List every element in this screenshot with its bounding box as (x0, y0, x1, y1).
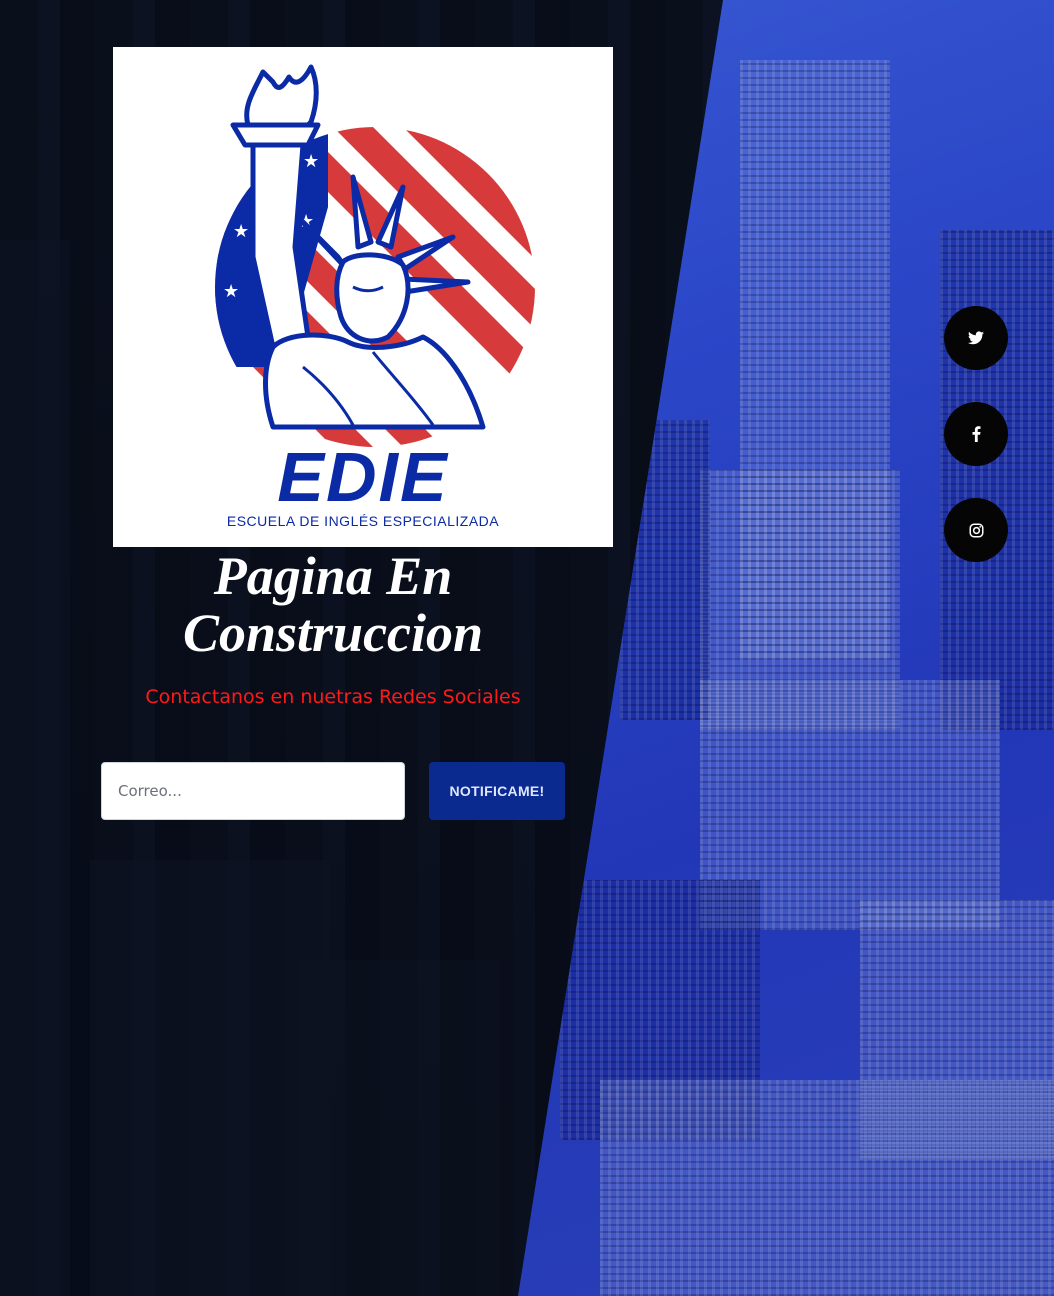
logo: ★★ ★★ ★★ ★★ (113, 47, 613, 547)
twitter-button[interactable] (944, 306, 1008, 370)
logo-brand-text: EDIE (277, 438, 449, 516)
facebook-button[interactable] (944, 402, 1008, 466)
logo-tagline: ESCUELA DE INGLÉS ESPECIALIZADA (226, 513, 500, 529)
facebook-icon (972, 426, 980, 442)
twitter-icon (968, 331, 984, 345)
instagram-icon (969, 523, 983, 537)
page-title-line2: Construccion (182, 603, 484, 663)
svg-text:★: ★ (233, 221, 249, 242)
page-title: Pagina En Construccion (113, 548, 553, 662)
email-field[interactable] (101, 762, 405, 820)
notify-button[interactable]: NOTIFICAME! (429, 762, 565, 820)
subtitle-social-cta: Contactanos en nuetras Redes Sociales (145, 686, 521, 708)
svg-text:★: ★ (223, 151, 239, 172)
instagram-button[interactable] (944, 498, 1008, 562)
svg-text:★: ★ (223, 281, 239, 302)
page-title-line1: Pagina En (213, 546, 453, 606)
svg-text:★: ★ (303, 151, 319, 172)
